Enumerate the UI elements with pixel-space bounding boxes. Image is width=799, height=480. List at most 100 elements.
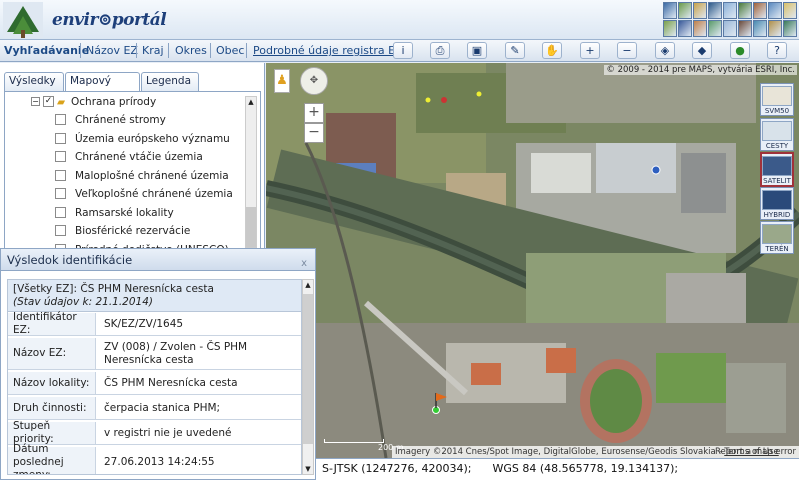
layer-roads-label: CESTY bbox=[765, 142, 789, 150]
nav-district[interactable]: Okres bbox=[175, 44, 207, 57]
zoom-in-icon[interactable]: + bbox=[580, 42, 600, 59]
layer-checkbox[interactable] bbox=[55, 188, 66, 199]
layer-hybrid-label: HYBRID bbox=[763, 211, 791, 219]
group-checkbox[interactable]: ✓ bbox=[43, 96, 54, 107]
nav-region[interactable]: Kraj bbox=[142, 44, 164, 57]
header-photo-thumb bbox=[723, 2, 737, 19]
header-photo-thumb bbox=[768, 20, 782, 37]
header-photo-thumb bbox=[723, 20, 737, 37]
zoom-select-icon[interactable]: ◆ bbox=[692, 42, 712, 59]
globe-icon[interactable]: ● bbox=[730, 42, 750, 59]
layer-checkbox[interactable] bbox=[55, 225, 66, 236]
nav-separator bbox=[168, 43, 169, 58]
scroll-thumb[interactable] bbox=[303, 294, 313, 444]
nav-separator bbox=[246, 43, 247, 58]
layer-terrain-label: TERÉN bbox=[765, 245, 789, 253]
header-photo-thumb bbox=[738, 20, 752, 37]
layer-label: Chránené stromy bbox=[75, 114, 166, 126]
tab-results[interactable]: Výsledky bbox=[4, 72, 64, 91]
result-key: Názov lokality: bbox=[8, 372, 96, 394]
map-zoom-in-button[interactable]: + bbox=[304, 103, 324, 123]
result-header: [Všetky EZ]: ČS PHM Neresnícka cesta (St… bbox=[8, 280, 301, 312]
result-key: Dátum poslednej zmeny: bbox=[8, 443, 96, 474]
tab-map-content[interactable]: Mapový obsah bbox=[65, 72, 140, 104]
layer-checkbox[interactable] bbox=[55, 206, 66, 218]
satellite-imagery bbox=[266, 63, 799, 458]
result-row: Názov EZ: ZV (008) / Zvolen - ČS PHM Nere… bbox=[8, 338, 301, 370]
pan-control-icon[interactable]: ✥ bbox=[300, 67, 328, 95]
result-value: 27.06.2013 14:24:55 bbox=[104, 456, 215, 468]
help-icon[interactable]: ? bbox=[767, 42, 787, 59]
scroll-thumb[interactable] bbox=[246, 207, 256, 247]
map-attribution-bar: Imagery ©2014 Cnes/Spot Image, DigitalGl… bbox=[392, 446, 799, 458]
header-photo-thumb bbox=[708, 2, 722, 19]
print-icon[interactable]: ⎙ bbox=[430, 42, 450, 59]
layer-satellite-label: SATELIT bbox=[763, 177, 791, 185]
layer-satellite-button[interactable]: SATELIT bbox=[760, 152, 794, 187]
header: envir⊚portál bbox=[0, 0, 799, 40]
close-icon[interactable]: x bbox=[301, 253, 307, 275]
report-error-link[interactable]: Report a map error bbox=[715, 446, 796, 458]
tree-group-label: Ochrana prírody bbox=[71, 96, 157, 108]
layer-label: Biosférické rezervácie bbox=[75, 225, 191, 237]
layer-hybrid-button[interactable]: HYBRID bbox=[760, 187, 794, 220]
main-nav: Vyhľadávanie Názov EZ Kraj Okres Obec Po… bbox=[0, 40, 799, 62]
layer-svm50-button[interactable]: SVM50 bbox=[760, 83, 794, 116]
map-view[interactable]: ♟ ✥ + − © 2009 - 2014 pre MAPS, vytvária… bbox=[266, 63, 799, 458]
result-value: SK/EZ/ZV/1645 bbox=[104, 317, 184, 330]
screen-icon[interactable]: ▣ bbox=[467, 42, 487, 59]
zoom-extent-icon[interactable]: ◈ bbox=[655, 42, 675, 59]
nav-ez-name[interactable]: Názov EZ bbox=[86, 44, 138, 57]
svm50-thumb bbox=[762, 86, 792, 106]
result-value: v registri nie je uvedené bbox=[104, 426, 232, 439]
erase-icon[interactable]: ✎ bbox=[505, 42, 525, 59]
logo-text[interactable]: envir⊚portál bbox=[52, 10, 167, 30]
zoom-out-icon[interactable]: − bbox=[617, 42, 637, 59]
identification-table: [Všetky EZ]: ČS PHM Neresnícka cesta (St… bbox=[7, 279, 302, 475]
nav-municipality[interactable]: Obec bbox=[216, 44, 244, 57]
layer-terrain-button[interactable]: TERÉN bbox=[760, 221, 794, 254]
result-key: Stupeň priority: bbox=[8, 420, 96, 445]
pan-icon[interactable]: ✋ bbox=[542, 42, 562, 59]
layer-roads-button[interactable]: CESTY bbox=[760, 118, 794, 151]
scroll-up-icon[interactable]: ▲ bbox=[304, 281, 312, 289]
result-value: ZV (008) / Zvolen - ČS PHM Neresnícka ce… bbox=[104, 340, 248, 366]
info-icon[interactable]: i bbox=[393, 42, 413, 59]
panel-title-text: Výsledok identifikácie bbox=[7, 253, 133, 267]
layer-checkbox[interactable] bbox=[55, 132, 66, 144]
header-photo-thumb bbox=[663, 20, 677, 37]
header-photo-thumb bbox=[738, 2, 752, 19]
tree-scrollbar[interactable]: ▲ bbox=[245, 96, 257, 248]
scroll-down-icon[interactable]: ▼ bbox=[304, 465, 312, 473]
nav-search[interactable]: Vyhľadávanie bbox=[4, 44, 89, 57]
result-key: Druh činnosti: bbox=[8, 397, 96, 419]
layer-svm50-label: SVM50 bbox=[764, 107, 790, 115]
header-photo-thumb bbox=[708, 20, 722, 37]
header-photo-thumb bbox=[753, 20, 767, 37]
layer-label: Chránené vtáčie územia bbox=[75, 151, 203, 163]
tab-legend[interactable]: Legenda bbox=[141, 72, 199, 91]
map-attribution: Imagery ©2014 Cnes/Spot Image, DigitalGl… bbox=[395, 447, 716, 457]
panel-scrollbar[interactable]: ▲ ▼ bbox=[302, 279, 314, 475]
layer-checkbox[interactable] bbox=[55, 169, 66, 181]
result-row: Dátum poslednej zmeny: 27.06.2013 14:24:5… bbox=[8, 443, 301, 474]
layer-label: Maloplošné chránené územia bbox=[75, 169, 229, 182]
layer-checkbox[interactable] bbox=[55, 114, 66, 125]
pegman-icon[interactable]: ♟ bbox=[274, 69, 290, 93]
logo-tree-icon bbox=[3, 2, 43, 38]
hybrid-thumb bbox=[762, 190, 792, 210]
collapse-icon[interactable]: − bbox=[31, 97, 40, 106]
layer-checkbox[interactable] bbox=[55, 151, 66, 162]
nav-register-details[interactable]: Podrobné údaje registra EZ bbox=[253, 44, 403, 57]
roads-thumb bbox=[762, 121, 792, 141]
result-header-date: (Stav údajov k: 21.1.2014) bbox=[13, 296, 154, 308]
result-value: ČS PHM Neresnícka cesta bbox=[104, 376, 238, 389]
scroll-up-icon[interactable]: ▲ bbox=[247, 98, 255, 106]
header-photo-thumb bbox=[693, 20, 707, 37]
result-row: Identifikátor EZ: SK/EZ/ZV/1645 bbox=[8, 311, 301, 336]
nav-separator bbox=[210, 43, 211, 58]
left-panel: Výsledky Mapový obsah Legenda − ✓ ▰ Ochr… bbox=[0, 63, 265, 256]
map-zoom-out-button[interactable]: − bbox=[304, 123, 324, 143]
satellite-thumb bbox=[762, 156, 792, 176]
panel-title: Výsledok identifikácie x bbox=[1, 249, 315, 271]
